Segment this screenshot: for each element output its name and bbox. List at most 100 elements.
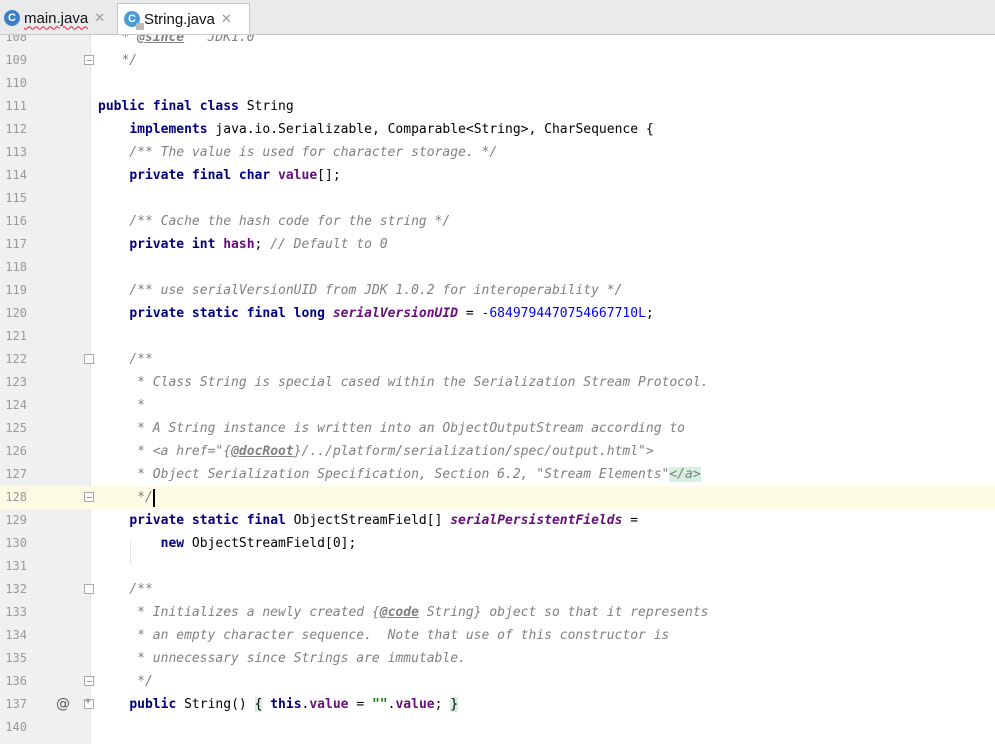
line-number: 130	[5, 536, 27, 550]
line-number: 118	[5, 260, 27, 274]
line-number: 113	[5, 145, 27, 159]
line-text: * an empty character sequence. Note that…	[98, 628, 670, 643]
code-line[interactable]: 134 * an empty character sequence. Note …	[0, 624, 995, 647]
line-text: private int hash; // Default to 0	[129, 237, 388, 252]
current-code-line[interactable]: 128 */	[0, 486, 995, 509]
line-number: 133	[5, 605, 27, 619]
line-text: public String() { this.value = "".value;…	[129, 697, 459, 712]
line-number: 140	[5, 720, 27, 734]
line-text: /**	[98, 352, 153, 367]
code-line[interactable]: 136 */	[0, 670, 995, 693]
fold-icon[interactable]	[84, 584, 94, 594]
fold-icon[interactable]	[84, 354, 94, 364]
line-text: * Class String is special cased within t…	[98, 375, 709, 390]
line-text: new ObjectStreamField[0];	[160, 536, 357, 551]
line-number: 131	[5, 559, 27, 573]
code-line[interactable]: 132 /**	[0, 578, 995, 601]
code-line[interactable]: 131	[0, 555, 995, 578]
code-line[interactable]: 137 @ public String() { this.value = "".…	[0, 693, 995, 716]
code-line[interactable]: 121	[0, 325, 995, 348]
line-number: 114	[5, 168, 27, 182]
line-number: 129	[5, 513, 27, 527]
code-line[interactable]: 127 * Object Serialization Specification…	[0, 463, 995, 486]
line-number: 108	[5, 35, 27, 44]
code-line[interactable]: 116 /** Cache the hash code for the stri…	[0, 210, 995, 233]
close-icon[interactable]: ✕	[94, 10, 105, 26]
line-number: 128	[5, 490, 27, 504]
line-text: private static final long serialVersionU…	[129, 306, 654, 321]
code-line[interactable]: 133 * Initializes a newly created {@code…	[0, 601, 995, 624]
line-number: 117	[5, 237, 27, 251]
tab-title: String.java	[144, 10, 215, 28]
line-number: 126	[5, 444, 27, 458]
line-number: 123	[5, 375, 27, 389]
code-line[interactable]: 117 private int hash; // Default to 0	[0, 233, 995, 256]
line-number: 132	[5, 582, 27, 596]
line-number: 119	[5, 283, 27, 297]
line-number: 110	[5, 76, 27, 90]
line-text: */	[98, 488, 155, 507]
line-text: public final class String	[98, 99, 294, 114]
line-number: 134	[5, 628, 27, 642]
line-text: * Object Serialization Specification, Se…	[98, 467, 701, 482]
line-number: 111	[5, 99, 27, 113]
code-line[interactable]: 129 private static final ObjectStreamFie…	[0, 509, 995, 532]
fold-end-icon[interactable]	[84, 676, 94, 686]
line-number: 116	[5, 214, 27, 228]
code-editor[interactable]: 108 * @since JDK1.0 109 */ 110 111 publi…	[0, 35, 995, 744]
line-text: */	[98, 53, 138, 68]
line-text: * unnecessary since Strings are immutabl…	[98, 651, 466, 666]
line-text: * <a href="{@docRoot}/../platform/serial…	[98, 444, 654, 459]
code-line[interactable]: 112 implements java.io.Serializable, Com…	[0, 118, 995, 141]
fold-end-icon[interactable]	[84, 492, 94, 502]
code-line[interactable]: 124 *	[0, 394, 995, 417]
code-line[interactable]: 140	[0, 716, 995, 739]
editor-tab-bar: C main.java ✕ C String.java ✕	[0, 0, 995, 35]
line-text: * Initializes a newly created {@code Str…	[98, 605, 709, 620]
code-line[interactable]: 126 * <a href="{@docRoot}/../platform/se…	[0, 440, 995, 463]
code-line[interactable]: 119 /** use serialVersionUID from JDK 1.…	[0, 279, 995, 302]
line-number: 109	[5, 53, 27, 67]
line-text: *	[98, 398, 145, 413]
tab-string-java[interactable]: C String.java ✕	[117, 3, 250, 34]
code-line[interactable]: 135 * unnecessary since Strings are immu…	[0, 647, 995, 670]
text-caret	[152, 488, 155, 507]
line-number: 137	[5, 697, 27, 711]
line-text: /**	[98, 582, 153, 597]
code-line[interactable]: 115	[0, 187, 995, 210]
line-text: * @since JDK1.0	[98, 35, 255, 45]
code-line[interactable]: 109 */	[0, 49, 995, 72]
code-line[interactable]: 110	[0, 72, 995, 95]
code-line[interactable]: 122 /**	[0, 348, 995, 371]
code-line[interactable]: 113 /** The value is used for character …	[0, 141, 995, 164]
tab-title: main.java	[24, 9, 89, 27]
line-text: /** Cache the hash code for the string *…	[98, 214, 451, 229]
code-line[interactable]: 111 public final class String	[0, 95, 995, 118]
class-readonly-icon: C	[124, 11, 144, 30]
code-line[interactable]: 125 * A String instance is written into …	[0, 417, 995, 440]
line-number: 125	[5, 421, 27, 435]
tab-main-java[interactable]: C main.java ✕	[0, 3, 115, 33]
line-number: 121	[5, 329, 27, 343]
fold-end-icon[interactable]	[84, 55, 94, 65]
code-line[interactable]: 118	[0, 256, 995, 279]
line-text: /** The value is used for character stor…	[98, 145, 498, 160]
line-text: */	[98, 674, 153, 689]
code-line[interactable]: 123 * Class String is special cased with…	[0, 371, 995, 394]
fold-expand-icon[interactable]	[84, 696, 94, 709]
line-number: 124	[5, 398, 27, 412]
code-line[interactable]: 130 new ObjectStreamField[0];	[0, 532, 995, 555]
line-text: implements java.io.Serializable, Compara…	[129, 122, 654, 137]
line-number: 135	[5, 651, 27, 665]
code-line[interactable]: 108 * @since JDK1.0	[0, 35, 995, 49]
close-icon[interactable]: ✕	[221, 11, 232, 27]
line-number: 112	[5, 122, 27, 136]
line-text: /** use serialVersionUID from JDK 1.0.2 …	[98, 283, 623, 298]
line-number: 120	[5, 306, 27, 320]
line-text: private static final ObjectStreamField[]…	[129, 513, 639, 528]
line-number: 127	[5, 467, 27, 481]
code-line[interactable]: 120 private static final long serialVers…	[0, 302, 995, 325]
override-at-icon[interactable]: @	[56, 693, 70, 716]
class-icon: C	[4, 10, 20, 26]
code-line[interactable]: 114 private final char value[];	[0, 164, 995, 187]
